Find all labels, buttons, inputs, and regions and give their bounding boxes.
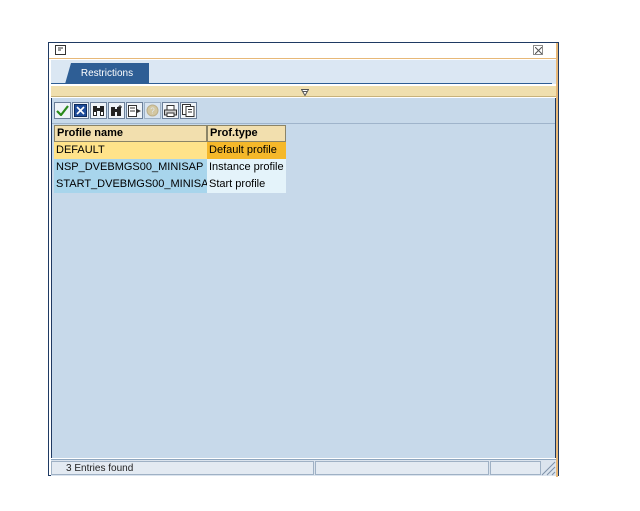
find-button[interactable] [90, 102, 107, 119]
resize-grip-icon[interactable] [540, 460, 556, 476]
status-text: 3 Entries found [66, 463, 134, 474]
close-icon[interactable] [533, 45, 543, 55]
checkmark-icon [56, 105, 69, 116]
title-bar [49, 43, 558, 59]
sort-icon [128, 104, 141, 117]
cancel-button[interactable] [72, 102, 89, 119]
find-next-button[interactable] [108, 102, 125, 119]
sort-button[interactable] [126, 102, 143, 119]
table-row-1-prof-type[interactable]: Default profile [207, 142, 286, 159]
confirm-button[interactable] [54, 102, 71, 119]
tab-underline [51, 83, 552, 84]
print-button[interactable] [162, 102, 179, 119]
status-field-2 [315, 461, 489, 475]
table-row-2-prof-type[interactable]: Instance profile [207, 159, 286, 176]
column-header-profile-name[interactable]: Profile name [54, 125, 207, 142]
tab-restrictions[interactable]: Restrictions [65, 63, 149, 84]
window-edge [556, 43, 558, 477]
column-header-prof-type[interactable]: Prof.type [207, 125, 286, 142]
tab-strip: Restrictions [51, 60, 556, 84]
toolbar: ? [54, 102, 197, 121]
table-row-1-profile-name[interactable]: DEFAULT [54, 142, 207, 159]
print-icon [164, 104, 177, 117]
status-bar: 3 Entries found [51, 459, 556, 476]
table-row-3-prof-type[interactable]: Start profile [207, 176, 286, 193]
copy-button[interactable] [180, 102, 197, 119]
toolbar-separator [52, 123, 555, 124]
results-area: ? Profile name Prof.type DEFAULT Default… [51, 98, 556, 458]
binoculars-plus-icon [111, 104, 122, 116]
status-field-3 [490, 461, 541, 475]
info-button[interactable]: ? [144, 102, 161, 119]
binoculars-icon [93, 105, 104, 116]
status-message-field: 3 Entries found [51, 461, 314, 475]
cancel-x-icon [74, 104, 87, 117]
value-help-dialog: Restrictions ? Profile name Prof.type DE… [48, 42, 559, 477]
dialog-menu-icon[interactable] [55, 45, 66, 55]
restrictions-collapse-bar[interactable] [51, 86, 556, 97]
copy-icon [182, 104, 195, 117]
table-row-2-profile-name[interactable]: NSP_DVEBMGS00_MINISAP [54, 159, 207, 176]
table-row-3-profile-name[interactable]: START_DVEBMGS00_MINISAP [54, 176, 207, 193]
info-icon: ? [146, 104, 159, 117]
svg-text:?: ? [150, 107, 155, 116]
